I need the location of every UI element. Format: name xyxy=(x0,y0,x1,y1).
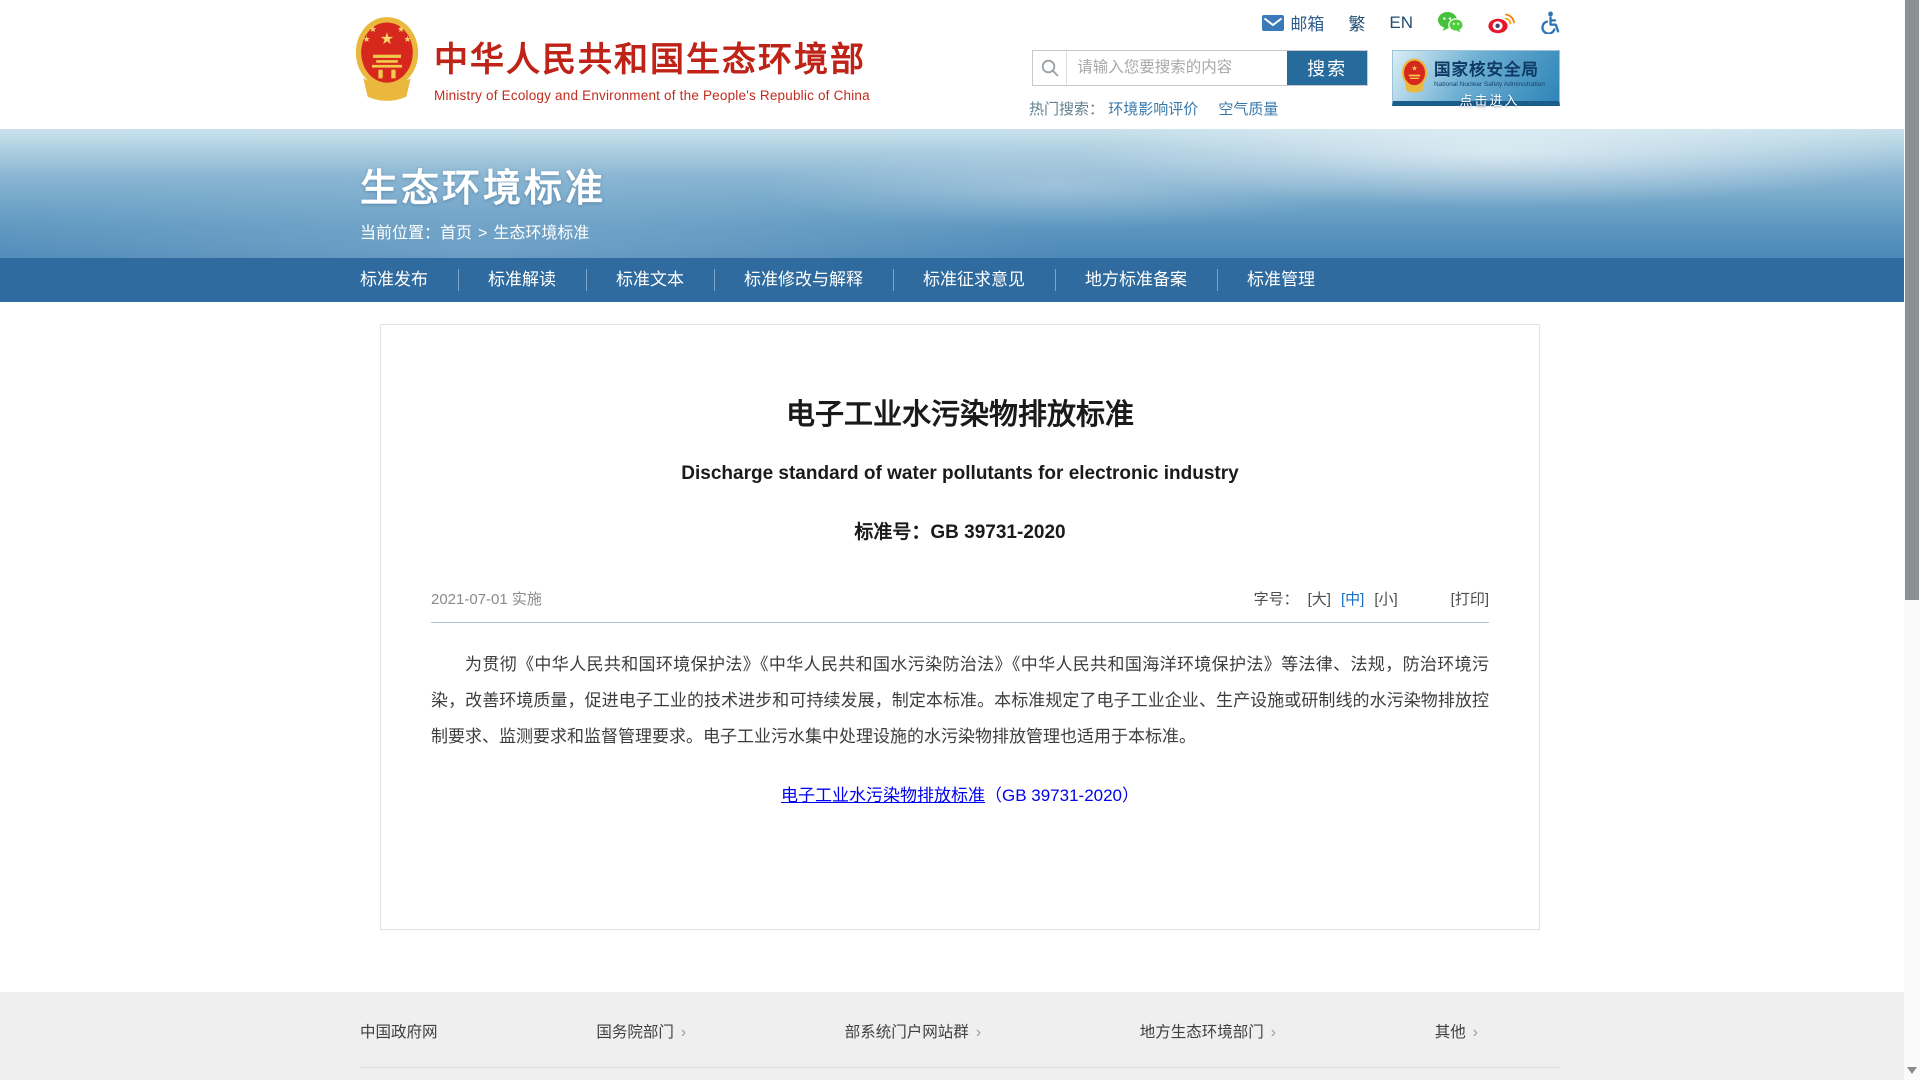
nuclear-badge-enter-label: 点击进入 xyxy=(1434,90,1545,109)
svg-text:★: ★ xyxy=(369,24,377,34)
hot-search-link-air[interactable]: 空气质量 xyxy=(1218,101,1278,118)
hot-search-link-eia[interactable]: 环境影响评价 xyxy=(1108,101,1198,118)
wechat-link[interactable] xyxy=(1437,11,1464,34)
mail-icon xyxy=(1262,15,1284,31)
attachment-link[interactable]: 电子工业水污染物排放标准（GB 39731-2020） xyxy=(781,786,1139,805)
main-content: 电子工业水污染物排放标准 Discharge standard of water… xyxy=(0,302,1920,992)
breadcrumb-home-link[interactable]: 首页 xyxy=(440,225,472,242)
section-nav: 标准发布 标准解读 标准文本 标准修改与解释 标准征求意见 地方标准备案 标准管… xyxy=(0,258,1920,302)
footer-link-state-council[interactable]: 国务院部门› xyxy=(596,1020,686,1042)
header-quick-links: 邮箱 繁 EN xyxy=(1262,10,1560,35)
article-title: 电子工业水污染物排放标准 xyxy=(431,391,1489,433)
hot-search-label: 热门搜索： xyxy=(1029,101,1104,118)
page-title: 生态环境标准 xyxy=(360,157,606,212)
article-title-english: Discharge standard of water pollutants f… xyxy=(431,463,1489,485)
national-emblem-icon: ★ ★ ★ ★ ★ xyxy=(354,16,420,102)
chevron-right-icon: › xyxy=(1473,1024,1478,1041)
chevron-right-icon: › xyxy=(1271,1024,1276,1041)
scrollbar-track[interactable] xyxy=(1904,0,1920,1080)
attachment-row: 电子工业水污染物排放标准（GB 39731-2020） xyxy=(431,781,1489,806)
site-logo: ★ ★ ★ ★ ★ 中华人民共和国生态环境部 Ministry of Ecolo… xyxy=(354,16,870,103)
scroll-down-arrow-icon[interactable] xyxy=(1907,1067,1917,1074)
nuclear-badge-subtitle: National Nuclear Safety Administration xyxy=(1434,81,1545,88)
nuclear-badge-title: 国家核安全局 xyxy=(1434,56,1545,80)
footer-link-gov[interactable]: 中国政府网 xyxy=(360,1020,438,1042)
nav-item-standard-comments[interactable]: 标准征求意见 xyxy=(893,258,1055,302)
nav-item-standard-text[interactable]: 标准文本 xyxy=(586,258,714,302)
site-header: ★ ★ ★ ★ ★ 中华人民共和国生态环境部 Ministry of Ecolo… xyxy=(0,0,1920,129)
article-card: 电子工业水污染物排放标准 Discharge standard of water… xyxy=(380,324,1540,930)
article-date: 2021-07-01 实施 xyxy=(431,588,542,609)
attachment-link-suffix: （GB 39731-2020） xyxy=(985,786,1139,805)
search-area: 搜索 xyxy=(1032,50,1368,86)
nuclear-safety-banner[interactable]: ★ 国家核安全局 National Nuclear Safety Adminis… xyxy=(1392,50,1560,106)
svg-text:★: ★ xyxy=(404,34,412,44)
search-box: 搜索 xyxy=(1032,50,1368,86)
weibo-link[interactable] xyxy=(1488,11,1515,34)
nuclear-badge-emblem-icon: ★ xyxy=(1401,58,1428,93)
english-toggle[interactable]: EN xyxy=(1389,13,1413,33)
font-size-small-button[interactable]: [小] xyxy=(1374,588,1397,609)
chevron-right-icon: › xyxy=(681,1024,686,1041)
article-meta-row: 2021-07-01 实施 字号： [大] [中] [小] [打印] xyxy=(431,588,1489,609)
svg-text:★: ★ xyxy=(380,30,394,48)
svg-text:★: ★ xyxy=(397,24,405,34)
breadcrumb-label: 当前位置： xyxy=(360,225,440,242)
accessibility-link[interactable] xyxy=(1539,11,1560,34)
nav-item-standard-management[interactable]: 标准管理 xyxy=(1217,258,1345,302)
print-button[interactable]: [打印] xyxy=(1451,588,1489,609)
footer-links-row: 中国政府网 国务院部门› 部系统门户网站群› 地方生态环境部门› 其他› xyxy=(360,992,1560,1042)
mail-link[interactable]: 邮箱 xyxy=(1262,10,1324,35)
nav-item-standard-amendment[interactable]: 标准修改与解释 xyxy=(714,258,893,302)
chevron-right-icon: › xyxy=(976,1024,981,1041)
nav-item-standard-release[interactable]: 标准发布 xyxy=(360,258,458,302)
font-size-medium-button[interactable]: [中] xyxy=(1341,588,1364,609)
accessibility-icon xyxy=(1539,11,1560,34)
svg-text:★: ★ xyxy=(363,34,371,44)
search-icon xyxy=(1033,51,1067,85)
site-title: 中华人民共和国生态环境部 xyxy=(434,32,870,81)
breadcrumb: 当前位置：首页 > 生态环境标准 xyxy=(360,219,589,243)
traditional-chinese-toggle[interactable]: 繁 xyxy=(1348,10,1365,35)
font-size-label: 字号： xyxy=(1254,588,1299,609)
weibo-icon xyxy=(1488,11,1515,34)
article-standard-number: 标准号：GB 39731-2020 xyxy=(431,517,1489,544)
breadcrumb-current: 生态环境标准 xyxy=(493,225,589,242)
footer-link-local-departments[interactable]: 地方生态环境部门› xyxy=(1140,1020,1276,1042)
footer-divider xyxy=(360,1067,1560,1068)
footer-link-others[interactable]: 其他› xyxy=(1435,1020,1478,1042)
scrollbar-thumb[interactable] xyxy=(1905,0,1919,600)
wechat-icon xyxy=(1437,11,1464,34)
svg-text:★: ★ xyxy=(1411,64,1417,72)
search-button[interactable]: 搜索 xyxy=(1287,51,1367,85)
site-subtitle: Ministry of Ecology and Environment of t… xyxy=(434,88,870,103)
nav-item-standard-interpretation[interactable]: 标准解读 xyxy=(458,258,586,302)
font-size-large-button[interactable]: [大] xyxy=(1308,588,1331,609)
footer-link-portal-group[interactable]: 部系统门户网站群› xyxy=(845,1020,981,1042)
page-footer: 中国政府网 国务院部门› 部系统门户网站群› 地方生态环境部门› 其他› 链接：… xyxy=(0,992,1920,1080)
attachment-link-text: 电子工业水污染物排放标准 xyxy=(781,786,985,805)
meta-divider xyxy=(431,622,1489,623)
search-input[interactable] xyxy=(1067,51,1287,85)
breadcrumb-separator: > xyxy=(478,225,487,242)
article-body: 为贯彻《中华人民共和国环境保护法》《中华人民共和国水污染防治法》《中华人民共和国… xyxy=(431,647,1489,755)
mail-label: 邮箱 xyxy=(1290,10,1324,35)
hot-search-row: 热门搜索： 环境影响评价 空气质量 xyxy=(1029,98,1449,119)
nav-item-local-standard-filing[interactable]: 地方标准备案 xyxy=(1055,258,1217,302)
page-banner: 生态环境标准 当前位置：首页 > 生态环境标准 xyxy=(0,129,1920,258)
